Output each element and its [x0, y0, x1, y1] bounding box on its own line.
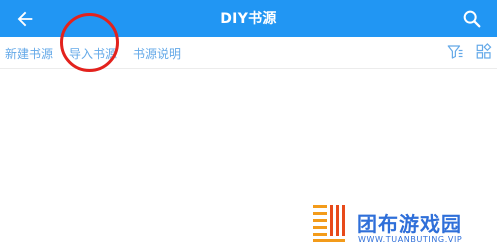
search-icon[interactable] [461, 8, 483, 30]
grid-icon[interactable] [475, 43, 493, 61]
watermark-logo [313, 205, 345, 242]
watermark-url: WWW.TUANBUTING.VIP [358, 235, 463, 244]
source-help-button[interactable]: 书源说明 [133, 45, 181, 62]
watermark: 团布游戏园 WWW.TUANBUTING.VIP [313, 203, 493, 251]
filter-icon[interactable] [446, 43, 464, 61]
highlight-circle [60, 13, 119, 72]
new-source-button[interactable]: 新建书源 [5, 45, 53, 62]
watermark-name: 团布游戏园 [357, 212, 462, 236]
